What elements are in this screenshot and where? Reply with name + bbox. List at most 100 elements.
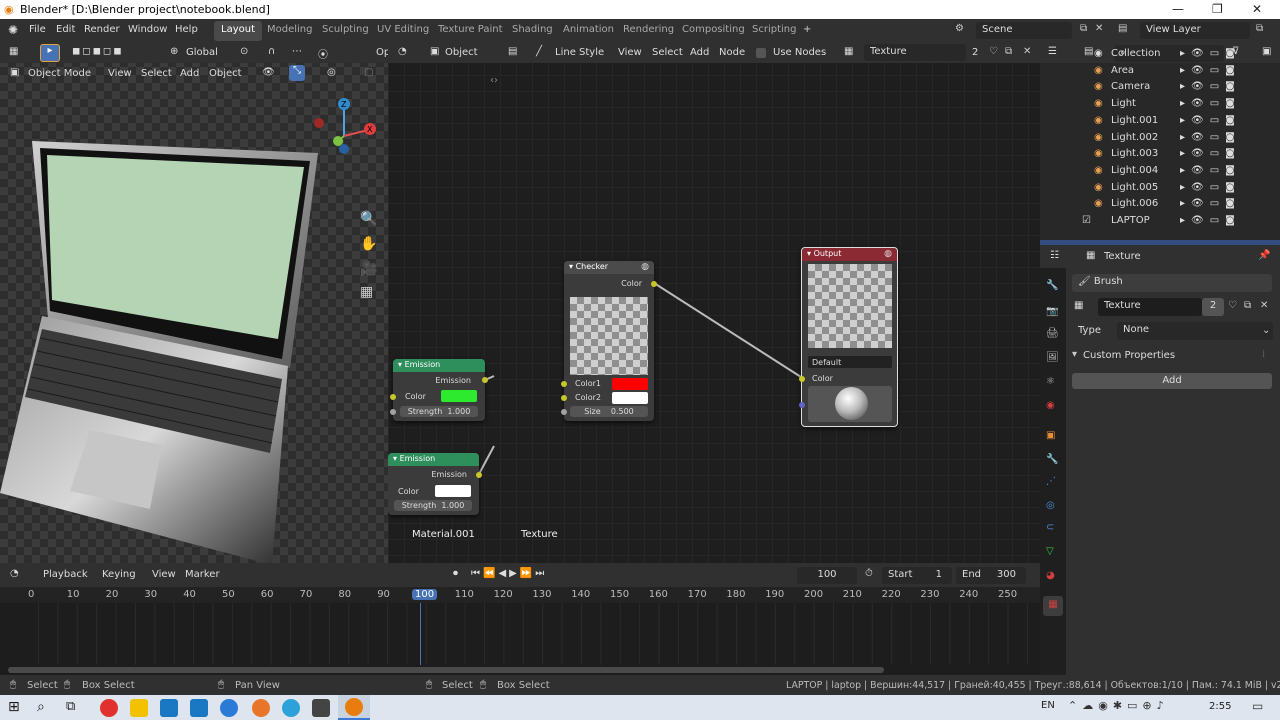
light-object-icon[interactable]: ◉: [1094, 148, 1103, 159]
view-layer-selector[interactable]: View Layer: [1140, 22, 1250, 39]
output-name-field[interactable]: Default: [808, 356, 892, 368]
modifier-tab-icon[interactable]: 🔧: [1046, 454, 1058, 465]
tab-shading[interactable]: Shading: [505, 21, 560, 41]
store-icon[interactable]: [160, 699, 178, 717]
viewport-menu-view[interactable]: View: [108, 68, 132, 79]
laptop-model[interactable]: [0, 133, 330, 563]
visibility-toggle-icons[interactable]: ▸👁▭◙: [1180, 198, 1241, 209]
fake-user-icon-2[interactable]: ♡: [1228, 300, 1237, 311]
material-tab-icon[interactable]: ◕: [1046, 570, 1055, 581]
output-preview-icon[interactable]: ◍: [884, 249, 892, 259]
editor-type-icon[interactable]: ▦: [9, 46, 18, 57]
checker-color2-swatch[interactable]: [612, 392, 648, 404]
checker-color2-socket[interactable]: [561, 395, 567, 401]
add-property-button[interactable]: Add: [1072, 373, 1272, 389]
particles-tab-icon[interactable]: ⋰: [1046, 476, 1056, 487]
properties-editor[interactable]: ☷ ▦ Texture 📌 🖌 Brush ▦ Texture 2 ♡ ⧉ ✕ …: [1040, 245, 1280, 675]
tab-sculpting[interactable]: Sculpting: [315, 21, 376, 41]
emission-node-2-strength-field[interactable]: Strength 1.000: [394, 500, 472, 511]
visibility-toggle-icons[interactable]: ▸👁▭◙: [1180, 48, 1241, 59]
tab-texture-paint[interactable]: Texture Paint: [431, 21, 510, 41]
checker-color1-swatch[interactable]: [612, 378, 648, 390]
emission-node-2[interactable]: ▾ Emission Emission Color Strength 1.000: [388, 453, 482, 515]
outliner[interactable]: ☰ ▤ ⌕ ⊽ ▣ ◉ Collection ▸👁▭◙ ◉ Area ▸👁▭◙ ◉ Camer…: [1040, 43, 1280, 245]
viewport-menu-add[interactable]: Add: [180, 68, 199, 79]
collection-checkbox-icon[interactable]: ☑: [1082, 215, 1091, 226]
object-tab-icon[interactable]: ▣: [1046, 430, 1055, 441]
checker-node[interactable]: ▾ Checker ◍ Color Color1 Color2 Size 0.5…: [561, 261, 657, 421]
windows-start-icon[interactable]: ⊞: [8, 699, 20, 715]
emission-node-1-strength-field[interactable]: Strength 1.000: [400, 406, 478, 417]
visibility-toggle-icons[interactable]: ▸👁▭◙: [1180, 165, 1241, 176]
texture-datablock-field[interactable]: Texture: [1098, 298, 1202, 316]
outliner-row[interactable]: ◉ Light ▸👁▭◙: [1040, 97, 1280, 114]
mail-icon[interactable]: [190, 699, 208, 717]
light-object-icon[interactable]: ◉: [1094, 165, 1103, 176]
pivot-icon[interactable]: ⊙: [240, 46, 248, 57]
tab-layout[interactable]: Layout: [214, 21, 262, 41]
texture-users-badge[interactable]: 2: [1202, 298, 1224, 316]
input-language[interactable]: EN: [1041, 700, 1055, 711]
visibility-toggle-icons[interactable]: ▸👁▭◙: [1180, 81, 1241, 92]
scene-icon[interactable]: ⚙: [955, 23, 964, 34]
constraints-tab-icon[interactable]: ⊂: [1046, 522, 1054, 533]
light-object-icon[interactable]: ◉: [1094, 98, 1103, 109]
minimize-button[interactable]: —: [1172, 2, 1184, 16]
copy-icon-2[interactable]: ⧉: [1244, 300, 1251, 311]
panel-collapse-icon[interactable]: ▾: [1072, 349, 1077, 360]
tab-rendering[interactable]: Rendering: [616, 21, 681, 41]
gizmo-toggle-icon[interactable]: ⤡: [289, 65, 305, 81]
menu-help[interactable]: Help: [175, 24, 198, 35]
tab-compositing[interactable]: Compositing: [675, 21, 752, 41]
timeline-menu-view[interactable]: View: [152, 569, 176, 580]
outliner-row[interactable]: ◉ Light.004 ▸👁▭◙: [1040, 164, 1280, 181]
snap-icon[interactable]: ∩: [268, 46, 275, 57]
light-object-icon[interactable]: ◉: [1094, 132, 1103, 143]
checker-size-socket[interactable]: [561, 409, 567, 415]
world-tab-icon[interactable]: ◉: [1046, 400, 1055, 411]
playback-controls-icons[interactable]: ⏮⏪◀▶⏩⏭: [471, 568, 547, 579]
xray-icon[interactable]: ▢: [364, 67, 373, 78]
menu-render[interactable]: Render: [84, 24, 120, 35]
visibility-toggle-icons[interactable]: ▸👁▭◙: [1180, 65, 1241, 76]
type-selector[interactable]: None: [1117, 322, 1273, 340]
emission-node-1-color-swatch[interactable]: [441, 390, 477, 402]
timeline-menu-keying[interactable]: Keying: [102, 569, 136, 580]
timeline-editor[interactable]: ◔ Playback Keying View Marker ⏺ ⏮⏪◀▶⏩⏭ 1…: [0, 563, 1040, 675]
orientation-icon[interactable]: ⊕: [170, 46, 178, 57]
texture-tab-active-icon[interactable]: ▦: [1043, 596, 1063, 616]
view-layer-tab-icon[interactable]: 🖼: [1046, 352, 1059, 363]
maximize-button[interactable]: ❐: [1212, 2, 1223, 16]
system-tray-icons[interactable]: ⌃☁◉✱▭⊕♪: [1068, 699, 1169, 712]
checker-preview-icon[interactable]: ◍: [641, 262, 649, 272]
proportional-edit-icon[interactable]: ⦿: [318, 46, 328, 61]
current-frame-field[interactable]: 100: [797, 567, 857, 584]
task-view-icon[interactable]: ⧉: [66, 699, 75, 714]
outliner-row[interactable]: ◉ Area ▸👁▭◙: [1040, 64, 1280, 81]
checker-color1-socket[interactable]: [561, 381, 567, 387]
timeline-menu-playback[interactable]: Playback: [43, 569, 88, 580]
output-vector-socket[interactable]: [799, 402, 805, 408]
checker-size-field[interactable]: Size 0.500: [570, 406, 648, 417]
tab-animation[interactable]: Animation: [556, 21, 621, 41]
tool-tab-icon[interactable]: 🔧: [1046, 280, 1058, 291]
outliner-row[interactable]: ◉ Light.006 ▸👁▭◙: [1040, 197, 1280, 214]
scene-tab-icon[interactable]: ⚛: [1046, 376, 1055, 387]
timeline-type-icon[interactable]: ◔: [10, 568, 19, 579]
timeline-scrollbar[interactable]: [8, 667, 884, 673]
mode-selector[interactable]: Object Mode: [28, 68, 91, 79]
light-object-icon[interactable]: ◉: [1094, 115, 1103, 126]
outliner-row[interactable]: ◉ Camera ▸👁▭◙: [1040, 80, 1280, 97]
menu-window[interactable]: Window: [128, 24, 167, 35]
visibility-toggle-icons[interactable]: ▸👁▭◙: [1180, 98, 1241, 109]
snap-target-icon[interactable]: ⋯: [292, 46, 302, 57]
unlink-icon-2[interactable]: ✕: [1260, 300, 1268, 311]
visibility-toggle-icons[interactable]: ▸👁▭◙: [1180, 115, 1241, 126]
emission-node-1-output-socket[interactable]: [482, 377, 488, 383]
outliner-row[interactable]: ☑ LAPTOP ▸👁▭◙: [1040, 214, 1280, 231]
tab-uv-editing[interactable]: UV Editing: [370, 21, 436, 41]
light-object-icon[interactable]: ◉: [1094, 48, 1103, 59]
data-tab-icon[interactable]: ▽: [1046, 546, 1054, 557]
opera-icon[interactable]: [100, 699, 118, 717]
view-layer-copy-icon[interactable]: ⧉: [1256, 23, 1263, 34]
